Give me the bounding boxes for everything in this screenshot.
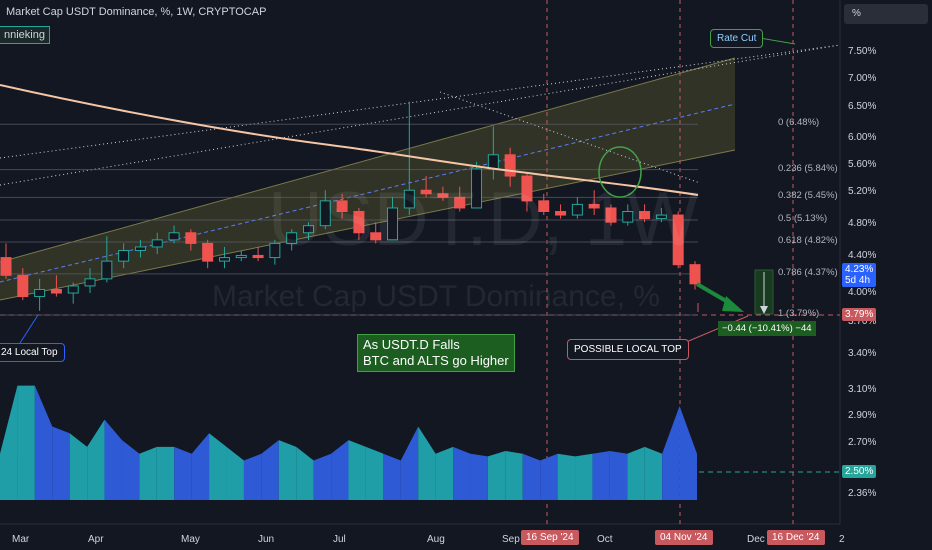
price-tick: 3.40% (848, 348, 877, 359)
time-label-jul: Jul (333, 534, 346, 545)
time-label-aug: Aug (427, 534, 445, 545)
chart-title: Market Cap USDT Dominance, %, 1W, CRYPTO… (6, 6, 267, 18)
volume-segment (522, 453, 541, 500)
price-tick: 2.70% (848, 437, 877, 448)
volume-segment (313, 453, 332, 500)
candle-body (252, 254, 264, 259)
candle-body (487, 154, 499, 170)
fib-label: 0.236 (5.84%) (778, 162, 838, 174)
volume-segment (174, 446, 192, 500)
time-label-jun: Jun (258, 534, 275, 545)
fib-label: 0 (6.48%) (778, 117, 820, 129)
candle-body (185, 232, 197, 244)
volume-segment (575, 453, 593, 500)
unit-selector[interactable]: % (844, 4, 928, 24)
time-label-may: May (181, 534, 200, 545)
note-usdt-falls-line2: BTC and ALTS go Higher (363, 353, 509, 368)
price-tick: 2.90% (848, 410, 877, 421)
candle-body (34, 288, 46, 298)
price-tick: 6.00% (848, 132, 877, 143)
volume-segment (139, 446, 157, 500)
price-tick: 5.20% (848, 186, 877, 197)
time-label-dec: Dec (747, 534, 765, 545)
chart-area[interactable]: USDT.D, 1W Market Cap USDT Dominance, % … (0, 0, 932, 550)
price-tick: 4.40% (848, 250, 877, 261)
candle-body (50, 288, 62, 294)
volume-segment (644, 446, 663, 500)
note-local-top-left[interactable]: 24 Local Top (0, 343, 65, 362)
volume-segment (540, 453, 558, 500)
price-tick: 2.36% (848, 488, 877, 499)
candle-body (118, 249, 130, 262)
candle-body (235, 254, 247, 259)
fib-label: 0.786 (4.37%) (778, 266, 838, 278)
volume-level-tag: 2.50% (842, 465, 877, 478)
fib-label: 0.5 (5.13%) (778, 213, 828, 224)
price-tick: 7.00% (848, 73, 877, 84)
volume-segment (592, 450, 610, 500)
volume-segment (383, 453, 401, 500)
fib-label: 1 (3.79%) (778, 308, 820, 319)
volume-segment (52, 426, 70, 500)
candle-body (151, 239, 163, 248)
current-price-tag: 4.23% 5d 4h (842, 263, 877, 287)
volume-segment (365, 446, 384, 500)
time-label-apr: Apr (88, 534, 104, 545)
note-rate-cut[interactable]: Rate Cut (710, 29, 764, 48)
author-tag[interactable]: nnieking (0, 26, 50, 44)
volume-segment (435, 446, 454, 500)
measure-readout: −0.44 (−10.41%) −44 (718, 321, 816, 336)
candle-body (67, 285, 79, 294)
time-tag-nov: 04 Nov '24 (655, 530, 713, 545)
fib-label: 0.382 (5.45%) (778, 190, 838, 202)
volume-segment (243, 453, 262, 500)
volume-segment (609, 450, 628, 500)
candle-body (17, 274, 29, 298)
candle-body (101, 260, 113, 280)
time-label-oct: Oct (597, 534, 613, 545)
candle-body (168, 232, 180, 241)
volume-segment (453, 446, 471, 500)
candle-body (84, 278, 96, 287)
candle-body (689, 264, 701, 285)
volume-segment (348, 440, 366, 500)
price-tick: 3.10% (848, 384, 877, 395)
time-tag-sep: 16 Sep '24 (521, 530, 579, 545)
price-tick: 5.60% (848, 159, 877, 170)
candle-body (0, 257, 12, 276)
time-label-sep: Sep (502, 534, 520, 545)
candle-body (218, 257, 230, 262)
note-usdt-falls-line1: As USDT.D Falls (363, 337, 460, 352)
candle-body (504, 154, 516, 177)
note-usdt-falls[interactable]: As USDT.D Falls BTC and ALTS go Higher (357, 334, 515, 372)
watermark-name: Market Cap USDT Dominance, % (212, 280, 660, 313)
fib-label: 0.618 (4.82%) (778, 234, 838, 246)
volume-segment (470, 453, 488, 500)
volume-segment (557, 453, 576, 500)
current-price-countdown: 5d 4h (845, 275, 871, 286)
time-tag-dec: 16 Dec '24 (767, 530, 825, 545)
price-tick: 6.50% (848, 101, 877, 112)
current-price-value: 4.23% (845, 264, 874, 275)
time-label-mar: Mar (12, 534, 30, 545)
volume-segment (505, 450, 523, 500)
watermark-symbol: USDT.D, 1W (268, 177, 699, 262)
time-label-next: 2 (839, 534, 845, 545)
price-tick: 4.80% (848, 218, 877, 229)
price-tick: 7.50% (848, 46, 877, 57)
candle-body (134, 246, 146, 251)
volume-segment (278, 440, 297, 500)
note-possible-local-top[interactable]: POSSIBLE LOCAL TOP (567, 339, 689, 360)
price-tick: 4.00% (848, 287, 877, 298)
candle-body (202, 242, 214, 262)
volume-segment (487, 450, 506, 500)
target-price-tag: 3.79% (842, 308, 877, 321)
volume-segment (627, 446, 645, 500)
volume-segment (17, 385, 35, 500)
volume-segment (156, 446, 175, 500)
